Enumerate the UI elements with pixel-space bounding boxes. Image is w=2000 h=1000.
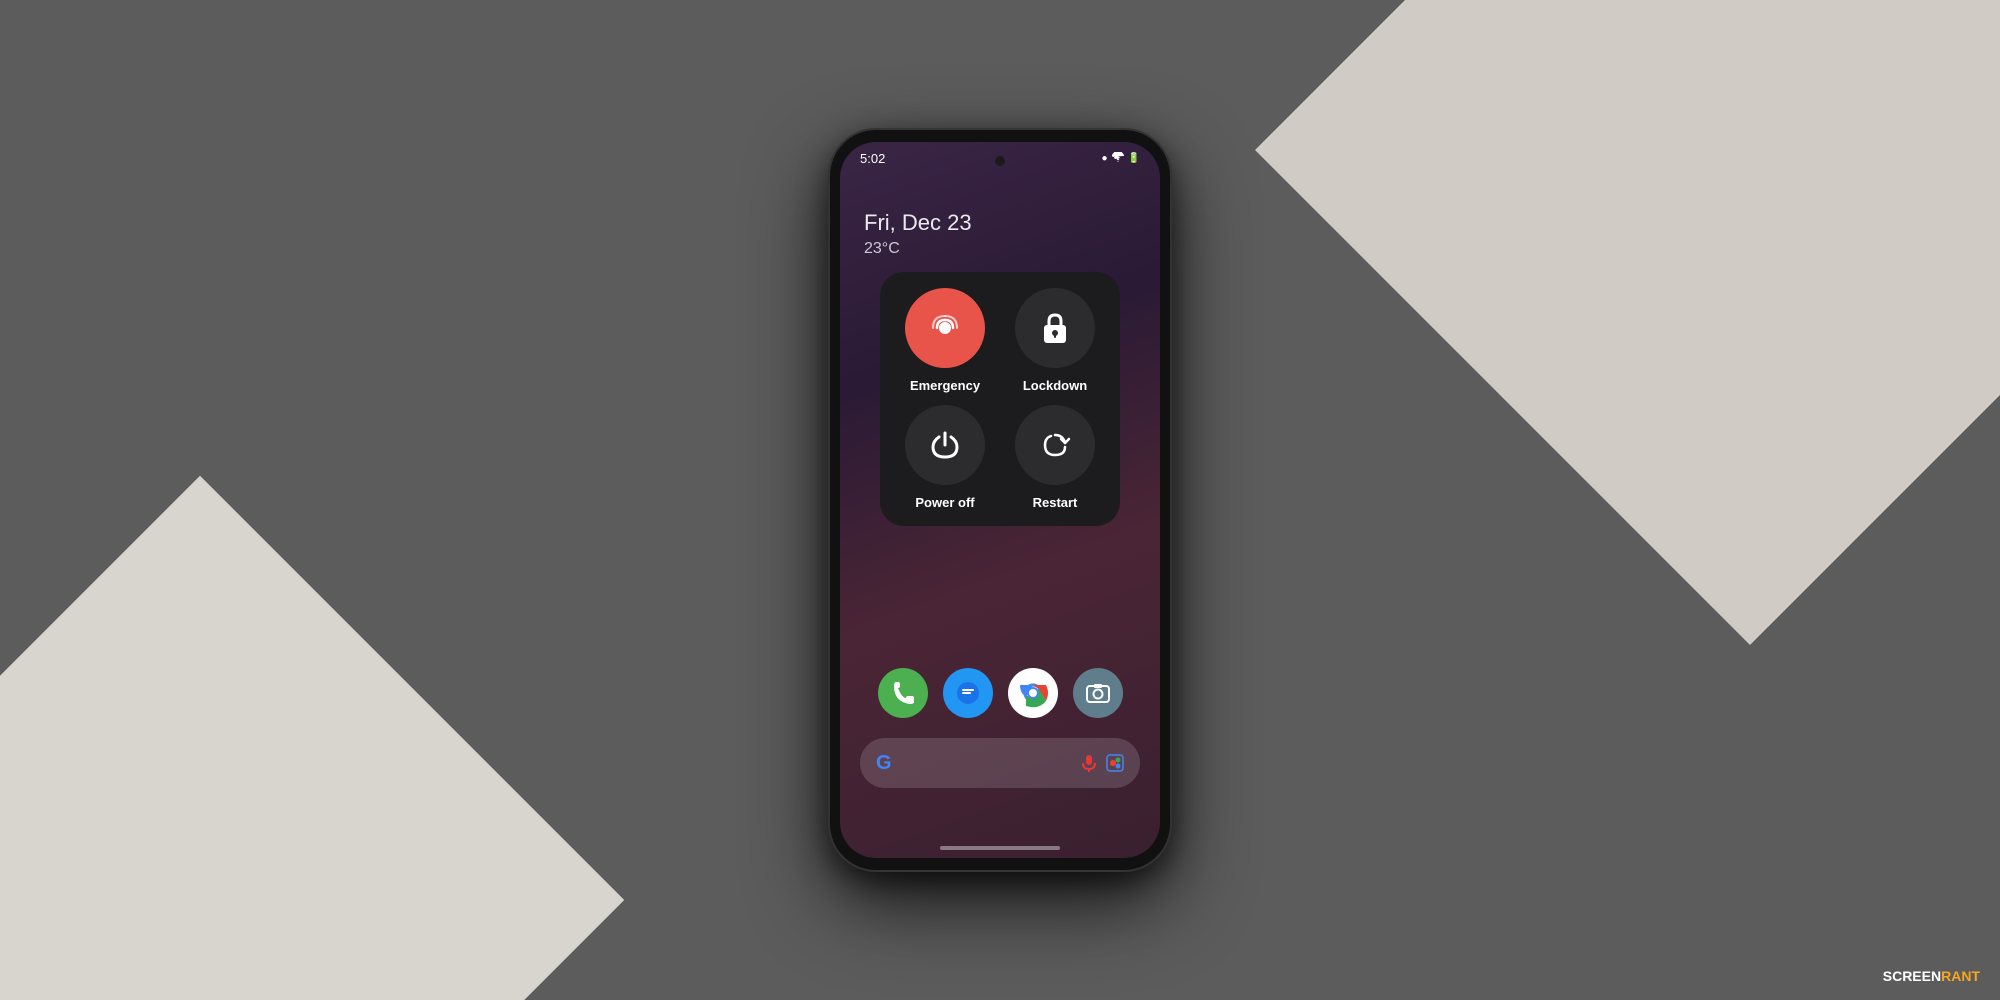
power-menu: Emergency Lockdown bbox=[880, 272, 1120, 526]
search-bar[interactable]: G bbox=[860, 738, 1140, 788]
home-indicator bbox=[940, 846, 1060, 850]
power-off-label: Power off bbox=[915, 495, 974, 510]
emergency-button[interactable]: Emergency bbox=[896, 288, 994, 393]
camera-app-icon[interactable] bbox=[1073, 668, 1123, 718]
phone-app-icon[interactable] bbox=[878, 668, 928, 718]
power-off-icon-circle bbox=[905, 405, 985, 485]
phone-device: 5:02 ● 🔋 Fri, Dec 23 23°C bbox=[830, 130, 1170, 870]
messages-app-icon[interactable] bbox=[943, 668, 993, 718]
google-g: G bbox=[876, 752, 892, 775]
emergency-icon-circle bbox=[905, 288, 985, 368]
date-display: Fri, Dec 23 23°C bbox=[840, 170, 1160, 274]
app-dock bbox=[840, 668, 1160, 718]
lockdown-label: Lockdown bbox=[1023, 378, 1087, 393]
restart-button[interactable]: Restart bbox=[1006, 405, 1104, 510]
temperature-text: 23°C bbox=[864, 240, 1136, 258]
mic-icon[interactable] bbox=[1080, 754, 1098, 772]
lens-icon[interactable] bbox=[1106, 754, 1124, 772]
phone-wrapper: 5:02 ● 🔋 Fri, Dec 23 23°C bbox=[830, 130, 1170, 870]
wifi-icon bbox=[1112, 152, 1124, 165]
lockdown-button[interactable]: Lockdown bbox=[1006, 288, 1104, 393]
rant-text: RANT bbox=[1941, 968, 1980, 984]
screen-text: SCREEN bbox=[1883, 968, 1941, 984]
date-text: Fri, Dec 23 bbox=[864, 210, 1136, 236]
search-action-icons bbox=[1080, 754, 1124, 772]
lockdown-icon-circle bbox=[1015, 288, 1095, 368]
power-off-button[interactable]: Power off bbox=[896, 405, 994, 510]
emergency-label: Emergency bbox=[910, 378, 980, 393]
signal-icon: ● bbox=[1102, 153, 1108, 164]
restart-label: Restart bbox=[1033, 495, 1078, 510]
chrome-app-icon[interactable] bbox=[1008, 668, 1058, 718]
screenrant-watermark: SCREENRANT bbox=[1883, 968, 1980, 984]
battery-icon: 🔋 bbox=[1128, 153, 1140, 164]
phone-screen: 5:02 ● 🔋 Fri, Dec 23 23°C bbox=[840, 142, 1160, 858]
status-icons: ● 🔋 bbox=[1102, 152, 1141, 165]
status-time: 5:02 bbox=[860, 151, 885, 166]
camera-notch bbox=[995, 156, 1005, 166]
restart-icon-circle bbox=[1015, 405, 1095, 485]
